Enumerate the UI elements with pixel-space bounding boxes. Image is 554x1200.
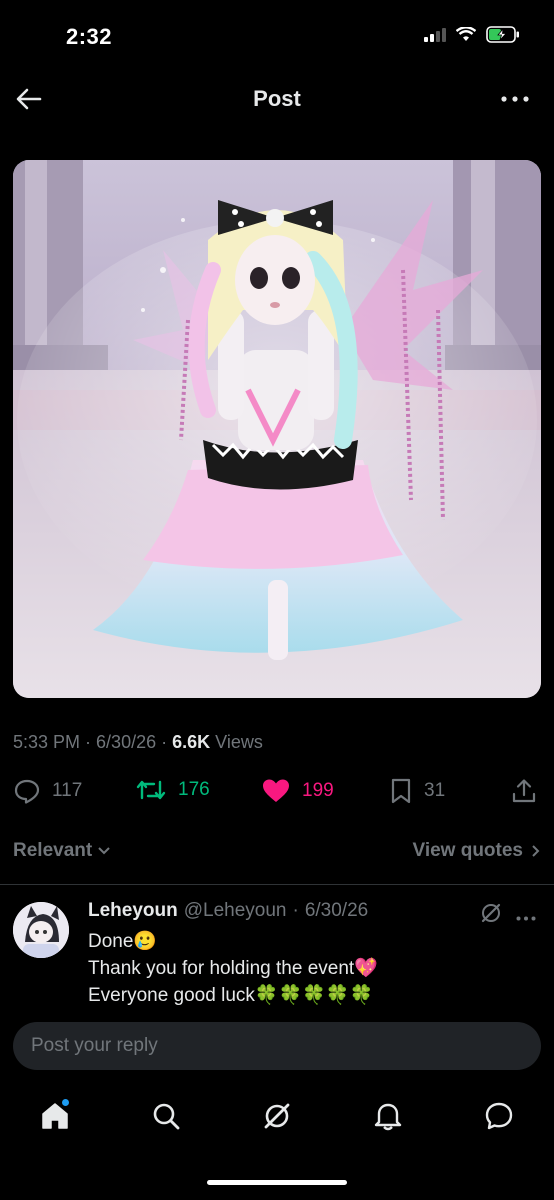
like-button[interactable]: 199 <box>262 778 334 804</box>
reply-separator: · <box>292 900 299 921</box>
share-icon <box>512 779 536 803</box>
like-count: 199 <box>302 780 334 801</box>
status-time: 2:32 <box>66 24 113 49</box>
battery-charging-icon <box>486 26 519 43</box>
reply-author-handle[interactable]: @Leheyoun <box>184 900 287 922</box>
signal-icon <box>424 27 446 42</box>
reply-icon <box>14 779 40 804</box>
grok-button[interactable] <box>480 902 502 929</box>
ellipsis-icon <box>516 916 536 921</box>
views-count: 6.6K <box>172 732 211 752</box>
status-icons <box>424 26 520 43</box>
post-date: 6/30/26 <box>96 732 157 752</box>
home-indicator <box>207 1180 347 1185</box>
tab-notifications[interactable] <box>368 1096 408 1136</box>
divider <box>0 884 554 885</box>
search-icon <box>153 1103 180 1130</box>
bookmark-count: 31 <box>424 780 446 801</box>
reply-button[interactable]: 117 <box>14 778 82 804</box>
wifi-icon <box>456 27 476 41</box>
reply-date: 6/30/26 <box>304 900 369 921</box>
post-meta: 5:33 PM · 6/30/26 · 6.6K Views <box>13 732 263 752</box>
tab-messages[interactable] <box>479 1096 519 1136</box>
chevron-right-icon <box>532 845 540 857</box>
view-quotes-label: View quotes <box>412 840 523 861</box>
reply-composer[interactable]: Post your reply <box>13 1022 541 1070</box>
tab-search[interactable] <box>146 1096 186 1136</box>
bookmark-button[interactable]: 31 <box>390 778 445 804</box>
reply-composer-placeholder: Post your reply <box>31 1035 158 1056</box>
chevron-down-icon <box>98 847 110 855</box>
share-button[interactable] <box>512 778 536 804</box>
sort-label: Relevant <box>13 840 93 861</box>
reply-line: Done🥲 <box>88 931 158 952</box>
ellipsis-icon <box>501 96 529 102</box>
more-options-button[interactable] <box>500 92 530 106</box>
view-quotes-link[interactable]: View quotes <box>412 840 541 862</box>
reply-body: Done🥲 Thank you for holding the event💖 E… <box>88 928 378 1009</box>
sort-dropdown[interactable]: Relevant <box>13 840 111 862</box>
post-time: 5:33 PM <box>13 732 81 752</box>
reply-line: Thank you for holding the event💖 <box>88 958 378 979</box>
chat-bubble-icon <box>485 1102 512 1130</box>
page-title: Post <box>253 86 301 111</box>
grok-icon <box>481 903 501 923</box>
reply-header: Leheyoun @Leheyoun · 6/30/26 <box>88 900 368 922</box>
reply-line: Everyone good luck🍀🍀🍀🍀🍀 <box>88 985 374 1006</box>
views-label: Views <box>215 732 263 752</box>
repost-button[interactable]: 176 <box>136 778 210 802</box>
tab-grok[interactable] <box>257 1096 297 1136</box>
reply-more-button[interactable] <box>516 908 536 926</box>
repost-count: 176 <box>178 779 210 800</box>
grok-icon <box>264 1103 290 1129</box>
reply-author-name[interactable]: Leheyoun <box>88 900 178 922</box>
repost-icon <box>136 780 166 800</box>
post-image[interactable] <box>13 160 541 698</box>
tab-home[interactable] <box>35 1096 75 1136</box>
replies-sort-row: Relevant View quotes <box>13 838 541 864</box>
bottom-tab-bar <box>0 1096 554 1136</box>
heart-filled-icon <box>263 779 289 802</box>
bell-icon <box>374 1103 401 1131</box>
reply-count: 117 <box>52 780 83 801</box>
bookmark-icon <box>391 778 411 804</box>
avatar[interactable] <box>13 902 69 958</box>
